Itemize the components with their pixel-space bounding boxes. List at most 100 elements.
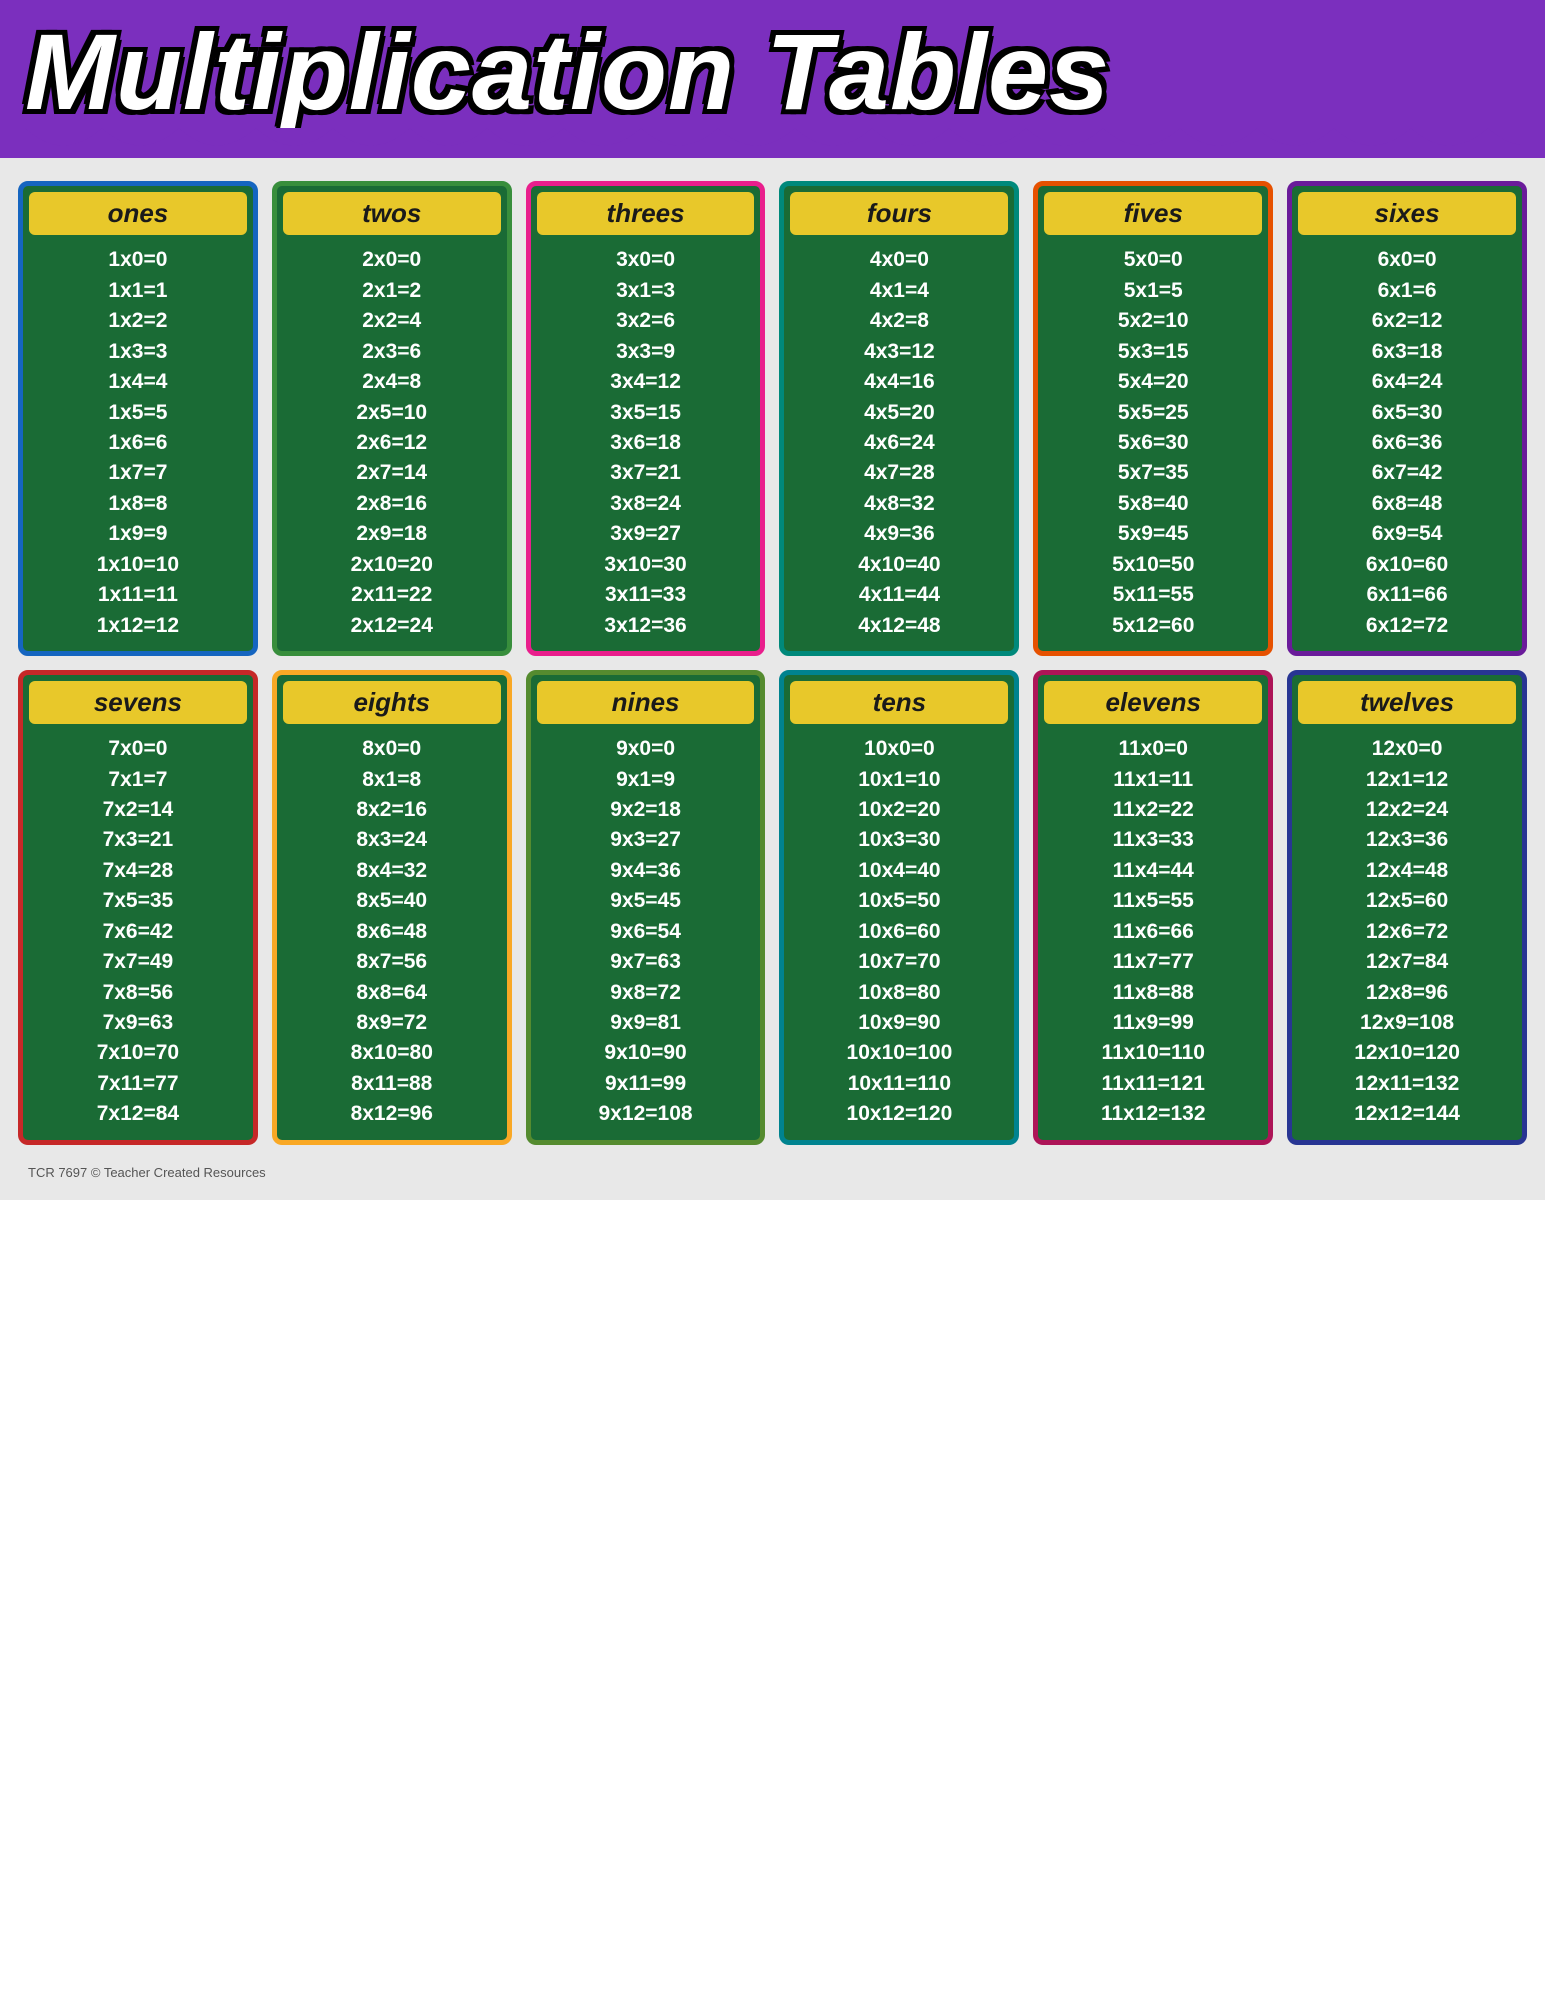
table-row: 1x7=7 xyxy=(31,458,245,488)
table-row: 10x1=10 xyxy=(792,765,1006,795)
table-body-ones: 1x0=01x1=11x2=21x3=31x4=41x5=51x6=61x7=7… xyxy=(23,241,253,651)
table-row: 6x11=66 xyxy=(1300,580,1514,610)
table-row: 9x12=108 xyxy=(539,1099,753,1129)
table-row: 11x0=0 xyxy=(1046,734,1260,764)
table-row: 3x6=18 xyxy=(539,428,753,458)
table-row: 2x6=12 xyxy=(285,428,499,458)
table-row: 10x6=60 xyxy=(792,917,1006,947)
table-header-eights: eights xyxy=(283,681,501,724)
table-row: 9x4=36 xyxy=(539,856,753,886)
table-row: 1x11=11 xyxy=(31,580,245,610)
table-row: 3x0=0 xyxy=(539,245,753,275)
table-row: 4x1=4 xyxy=(792,276,1006,306)
table-row: 10x0=0 xyxy=(792,734,1006,764)
table-body-twos: 2x0=02x1=22x2=42x3=62x4=82x5=102x6=122x7… xyxy=(277,241,507,651)
table-row: 11x6=66 xyxy=(1046,917,1260,947)
table-row: 6x8=48 xyxy=(1300,489,1514,519)
table-row: 3x11=33 xyxy=(539,580,753,610)
table-label-fives: fives xyxy=(1048,198,1258,229)
table-row: 7x7=49 xyxy=(31,947,245,977)
table-row: 3x2=6 xyxy=(539,306,753,336)
table-label-sevens: sevens xyxy=(33,687,243,718)
table-label-ones: ones xyxy=(33,198,243,229)
table-row: 3x4=12 xyxy=(539,367,753,397)
footer-text: TCR 7697 © Teacher Created Resources xyxy=(18,1165,1527,1180)
table-card-sixes: sixes6x0=06x1=66x2=126x3=186x4=246x5=306… xyxy=(1287,181,1527,656)
table-row: 3x1=3 xyxy=(539,276,753,306)
header: Multiplication Tables xyxy=(0,0,1545,158)
table-body-eights: 8x0=08x1=88x2=168x3=248x4=328x5=408x6=48… xyxy=(277,730,507,1140)
table-row: 11x5=55 xyxy=(1046,886,1260,916)
table-row: 6x3=18 xyxy=(1300,337,1514,367)
table-card-fours: fours4x0=04x1=44x2=84x3=124x4=164x5=204x… xyxy=(779,181,1019,656)
table-row: 4x5=20 xyxy=(792,398,1006,428)
table-header-threes: threes xyxy=(537,192,755,235)
table-row: 10x5=50 xyxy=(792,886,1006,916)
table-row: 8x5=40 xyxy=(285,886,499,916)
table-header-elevens: elevens xyxy=(1044,681,1262,724)
table-card-fives: fives5x0=05x1=55x2=105x3=155x4=205x5=255… xyxy=(1033,181,1273,656)
table-row: 2x2=4 xyxy=(285,306,499,336)
table-row: 1x10=10 xyxy=(31,550,245,580)
table-row: 4x0=0 xyxy=(792,245,1006,275)
table-row: 6x0=0 xyxy=(1300,245,1514,275)
table-row: 8x10=80 xyxy=(285,1038,499,1068)
table-row: 7x3=21 xyxy=(31,825,245,855)
table-row: 1x6=6 xyxy=(31,428,245,458)
table-header-sevens: sevens xyxy=(29,681,247,724)
table-row: 7x0=0 xyxy=(31,734,245,764)
table-row: 5x10=50 xyxy=(1046,550,1260,580)
table-row: 7x12=84 xyxy=(31,1099,245,1129)
table-row: 12x10=120 xyxy=(1300,1038,1514,1068)
table-label-tens: tens xyxy=(794,687,1004,718)
table-row: 12x1=12 xyxy=(1300,765,1514,795)
table-row: 2x4=8 xyxy=(285,367,499,397)
table-body-tens: 10x0=010x1=1010x2=2010x3=3010x4=4010x5=5… xyxy=(784,730,1014,1140)
table-row: 2x7=14 xyxy=(285,458,499,488)
table-row: 12x11=132 xyxy=(1300,1069,1514,1099)
table-row: 9x9=81 xyxy=(539,1008,753,1038)
table-row: 7x11=77 xyxy=(31,1069,245,1099)
table-header-fours: fours xyxy=(790,192,1008,235)
table-label-twos: twos xyxy=(287,198,497,229)
table-row: 11x1=11 xyxy=(1046,765,1260,795)
table-row: 4x3=12 xyxy=(792,337,1006,367)
table-header-ones: ones xyxy=(29,192,247,235)
table-row: 3x7=21 xyxy=(539,458,753,488)
table-row: 1x4=4 xyxy=(31,367,245,397)
table-row: 12x2=24 xyxy=(1300,795,1514,825)
table-row: 5x6=30 xyxy=(1046,428,1260,458)
table-row: 10x2=20 xyxy=(792,795,1006,825)
table-row: 4x9=36 xyxy=(792,519,1006,549)
table-row: 11x11=121 xyxy=(1046,1069,1260,1099)
table-card-sevens: sevens7x0=07x1=77x2=147x3=217x4=287x5=35… xyxy=(18,670,258,1145)
table-row: 12x7=84 xyxy=(1300,947,1514,977)
table-row: 11x12=132 xyxy=(1046,1099,1260,1129)
table-row: 7x8=56 xyxy=(31,978,245,1008)
table-body-elevens: 11x0=011x1=1111x2=2211x3=3311x4=4411x5=5… xyxy=(1038,730,1268,1140)
table-card-nines: nines9x0=09x1=99x2=189x3=279x4=369x5=459… xyxy=(526,670,766,1145)
table-row: 5x7=35 xyxy=(1046,458,1260,488)
table-row: 10x4=40 xyxy=(792,856,1006,886)
table-row: 3x10=30 xyxy=(539,550,753,580)
table-row: 8x0=0 xyxy=(285,734,499,764)
table-row: 9x7=63 xyxy=(539,947,753,977)
table-row: 9x2=18 xyxy=(539,795,753,825)
table-row: 1x3=3 xyxy=(31,337,245,367)
table-row: 2x8=16 xyxy=(285,489,499,519)
table-row: 6x5=30 xyxy=(1300,398,1514,428)
table-row: 9x0=0 xyxy=(539,734,753,764)
table-row: 11x4=44 xyxy=(1046,856,1260,886)
table-row: 11x3=33 xyxy=(1046,825,1260,855)
table-card-threes: threes3x0=03x1=33x2=63x3=93x4=123x5=153x… xyxy=(526,181,766,656)
table-row: 12x4=48 xyxy=(1300,856,1514,886)
table-row: 1x9=9 xyxy=(31,519,245,549)
table-row: 11x10=110 xyxy=(1046,1038,1260,1068)
page-title: Multiplication Tables xyxy=(25,15,1520,128)
table-card-tens: tens 10x0=010x1=1010x2=2010x3=3010x4=4010… xyxy=(779,670,1019,1145)
table-row: 12x12=144 xyxy=(1300,1099,1514,1129)
table-label-eights: eights xyxy=(287,687,497,718)
table-card-twos: twos 2x0=02x1=22x2=42x3=62x4=82x5=102x6=1… xyxy=(272,181,512,656)
table-label-threes: threes xyxy=(541,198,751,229)
table-row: 10x11=110 xyxy=(792,1069,1006,1099)
